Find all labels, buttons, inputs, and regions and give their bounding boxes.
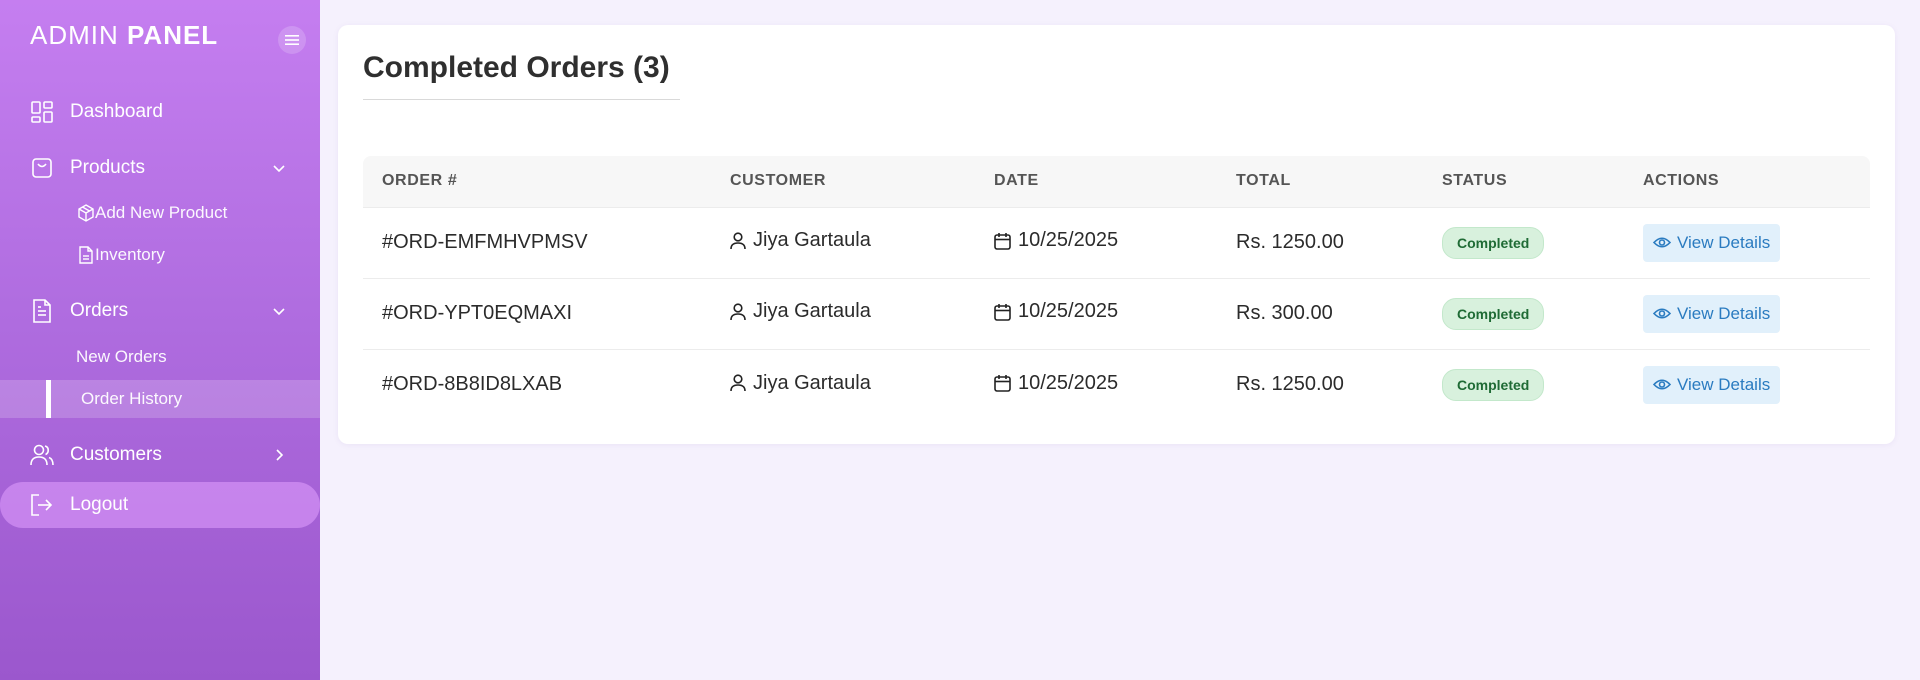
sidebar-subitem-inventory[interactable]: Inventory [0, 236, 320, 274]
actions-cell: View Details [1624, 207, 1870, 279]
order-total: Rs. 1250.00 [1217, 207, 1423, 279]
status-badge: Completed [1442, 297, 1545, 330]
order-total: Rs. 300.00 [1217, 278, 1423, 350]
status-badge: Completed [1442, 226, 1545, 259]
customer-name: Jiya Gartaula [753, 229, 871, 252]
sidebar-item-label: Customers [70, 444, 162, 465]
sidebar-subitem-new-orders[interactable]: New Orders [0, 338, 320, 376]
customer-cell: Jiya Gartaula [711, 278, 975, 350]
calendar-icon [994, 232, 1011, 250]
page-title: Completed Orders (3) [363, 51, 670, 84]
date-cell: 10/25/2025 [975, 349, 1217, 420]
file-icon [77, 246, 95, 264]
sidebar-item-orders[interactable]: Orders [0, 289, 320, 333]
column-header-date: DATE [975, 156, 1217, 208]
customer-cell: Jiya Gartaula [711, 207, 975, 279]
eye-icon [1653, 379, 1671, 390]
grid-icon [30, 100, 54, 124]
chevron-right-icon [270, 446, 288, 464]
column-header-order: ORDER # [363, 156, 711, 208]
order-id: #ORD-EMFMHVPMSV [363, 207, 711, 279]
customer-name: Jiya Gartaula [753, 371, 871, 394]
sidebar-item-label: Orders [70, 300, 129, 321]
menu-toggle-button[interactable] [278, 26, 306, 54]
brand-light: ADMIN [30, 20, 127, 50]
order-total: Rs. 1250.00 [1236, 373, 1344, 396]
orders-table: ORDER # CUSTOMER DATE TOTAL STATUS ACTIO… [363, 156, 1870, 420]
table-row: #ORD-YPT0EQMAXI Jiya Gartaula 10/25/2025… [363, 278, 1870, 350]
logout-label: Logout [70, 494, 129, 515]
column-header-customer: CUSTOMER [711, 156, 975, 208]
view-details-button[interactable]: View Details [1643, 365, 1781, 404]
sidebar-item-label: Dashboard [70, 101, 163, 122]
sidebar: ADMIN PANEL Dashboard Products Add New P… [0, 0, 320, 680]
customer-cell: Jiya Gartaula [711, 349, 975, 420]
sidebar-subitem-label: Order History [81, 389, 183, 408]
user-icon [730, 374, 746, 392]
brand-logo: ADMIN PANEL [30, 20, 218, 51]
actions-cell: View Details [1624, 278, 1870, 350]
sidebar-item-dashboard[interactable]: Dashboard [0, 90, 320, 134]
sidebar-subitem-order-history[interactable]: Order History [0, 380, 320, 418]
chevron-down-icon [270, 302, 288, 320]
sidebar-item-products[interactable]: Products [0, 146, 320, 190]
completed-orders-card: Completed Orders (3) ORDER # CUSTOMER DA… [338, 25, 1895, 444]
customer-name: Jiya Gartaula [753, 300, 871, 323]
chevron-down-icon [270, 159, 288, 177]
user-icon [730, 232, 746, 249]
sidebar-subitem-add-new-product[interactable]: Add New Product [0, 194, 320, 232]
title-divider [363, 99, 680, 100]
view-details-button[interactable]: View Details [1643, 294, 1781, 333]
eye-icon [1653, 237, 1671, 248]
view-details-button[interactable]: View Details [1643, 223, 1781, 262]
order-date: 10/25/2025 [1018, 300, 1119, 323]
eye-icon [1653, 308, 1671, 319]
calendar-icon [994, 303, 1011, 321]
sidebar-item-label: Products [70, 157, 145, 178]
column-header-actions: ACTIONS [1624, 156, 1870, 208]
calendar-icon [994, 375, 1011, 392]
sidebar-subitem-label: Inventory [95, 245, 165, 264]
table-row: #ORD-8B8ID8LXAB Jiya Gartaula 10/25/2025… [363, 349, 1870, 420]
sidebar-item-customers[interactable]: Customers [0, 433, 320, 477]
order-id: #ORD-8B8ID8LXAB [382, 373, 563, 396]
sidebar-subitem-label: Add New Product [95, 203, 228, 222]
shopping-bag-icon [30, 156, 54, 180]
package-icon [77, 204, 95, 222]
hamburger-icon [285, 35, 299, 45]
column-header-status: STATUS [1423, 156, 1624, 208]
view-details-label: View Details [1677, 374, 1771, 394]
table-header-row: ORDER # CUSTOMER DATE TOTAL STATUS ACTIO… [363, 156, 1870, 208]
view-details-label: View Details [1677, 303, 1771, 323]
column-header-total: TOTAL [1217, 156, 1423, 208]
status-cell: Completed [1423, 207, 1624, 279]
brand-bold: PANEL [127, 20, 219, 50]
user-icon [730, 303, 746, 320]
sidebar-subitem-label: New Orders [76, 347, 167, 366]
status-cell: Completed [1423, 349, 1624, 420]
users-icon [30, 443, 54, 467]
date-cell: 10/25/2025 [975, 278, 1217, 350]
status-badge: Completed [1442, 368, 1545, 401]
order-id: #ORD-YPT0EQMAXI [363, 278, 711, 350]
table-row: #ORD-EMFMHVPMSV Jiya Gartaula 10/25/2025… [363, 207, 1870, 279]
document-icon [30, 299, 54, 323]
logout-button[interactable]: Logout [0, 482, 320, 528]
view-details-label: View Details [1677, 232, 1771, 252]
actions-cell: View Details [1624, 349, 1870, 420]
order-date: 10/25/2025 [1018, 229, 1119, 252]
status-cell: Completed [1423, 278, 1624, 350]
order-date: 10/25/2025 [1018, 371, 1119, 394]
date-cell: 10/25/2025 [975, 207, 1217, 279]
logout-icon [30, 493, 54, 517]
